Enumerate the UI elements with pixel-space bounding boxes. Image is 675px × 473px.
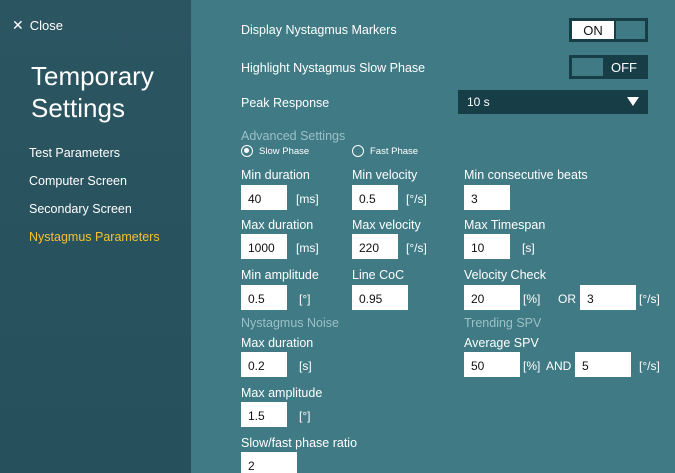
velocity-check-dps-unit: [°/s]: [639, 292, 660, 306]
velocity-check-or-label: OR: [558, 292, 576, 306]
min-velocity-input[interactable]: 0.5: [352, 185, 398, 210]
chevron-down-icon: [627, 97, 639, 106]
trending-spv-heading: Trending SPV: [464, 316, 542, 330]
min-amplitude-label: Min amplitude: [241, 268, 319, 282]
page-title: Temporary Settings: [31, 60, 154, 124]
noise-max-amplitude-input[interactable]: 1.5: [241, 402, 287, 427]
close-label: Close: [29, 18, 63, 33]
close-button[interactable]: ✕ Close: [12, 17, 63, 34]
max-velocity-unit: [°/s]: [406, 241, 427, 255]
max-timespan-label: Max Timespan: [464, 218, 546, 232]
noise-max-duration-input[interactable]: 0.2: [241, 352, 287, 377]
min-duration-unit: [ms]: [296, 192, 319, 206]
radio-fast-phase[interactable]: Fast Phase: [352, 145, 418, 157]
noise-max-duration-label: Max duration: [241, 336, 314, 350]
velocity-check-percent-unit: [%]: [523, 292, 541, 306]
toggle-track: [616, 21, 645, 39]
noise-max-amplitude-label: Max amplitude: [241, 386, 323, 400]
average-spv-label: Average SPV: [464, 336, 539, 350]
nav-item-nystagmus-parameters[interactable]: Nystagmus Parameters: [29, 230, 160, 244]
velocity-check-label: Velocity Check: [464, 268, 546, 282]
min-velocity-label: Min velocity: [352, 168, 418, 182]
min-amplitude-unit: [°]: [299, 292, 311, 306]
min-amplitude-input[interactable]: 0.5: [241, 285, 287, 310]
max-duration-unit: [ms]: [296, 241, 319, 255]
slow-fast-ratio-input[interactable]: 2: [241, 452, 297, 473]
toggle-off-label: OFF: [611, 59, 637, 75]
close-icon: ✕: [12, 17, 24, 33]
average-spv-percent-input[interactable]: 50: [464, 352, 520, 377]
min-duration-input[interactable]: 40: [241, 185, 287, 210]
velocity-check-dps-input[interactable]: 3: [580, 285, 636, 310]
settings-panel: Display Nystagmus Markers ON Highlight N…: [191, 0, 675, 473]
peak-response-value: 10 s: [467, 95, 490, 109]
page-title-line1: Temporary: [31, 61, 154, 91]
display-markers-toggle[interactable]: ON: [569, 18, 648, 42]
nav-item-computer-screen[interactable]: Computer Screen: [29, 174, 127, 188]
min-consecutive-beats-input[interactable]: 3: [464, 185, 510, 210]
average-spv-dps-input[interactable]: 5: [575, 352, 631, 377]
max-timespan-unit: [s]: [522, 241, 535, 255]
radio-fast-phase-label: Fast Phase: [370, 145, 419, 157]
min-consecutive-beats-label: Min consecutive beats: [464, 168, 588, 182]
sidebar: ✕ Close Temporary Settings Test Paramete…: [0, 0, 191, 473]
noise-max-duration-unit: [s]: [299, 359, 312, 373]
nystagmus-noise-heading: Nystagmus Noise: [241, 316, 339, 330]
max-velocity-input[interactable]: 220: [352, 234, 398, 259]
nav-item-secondary-screen[interactable]: Secondary Screen: [29, 202, 132, 216]
velocity-check-percent-input[interactable]: 20: [464, 285, 520, 310]
peak-response-label: Peak Response: [241, 96, 330, 110]
radio-selected-icon: [241, 145, 253, 157]
radio-unselected-icon: [352, 145, 364, 157]
advanced-settings-heading: Advanced Settings: [241, 129, 346, 143]
max-timespan-input[interactable]: 10: [464, 234, 510, 259]
display-markers-label: Display Nystagmus Markers: [241, 23, 397, 37]
slow-fast-ratio-label: Slow/fast phase ratio: [241, 436, 358, 450]
page-title-line2: Settings: [31, 93, 125, 123]
highlight-slow-phase-label: Highlight Nystagmus Slow Phase: [241, 61, 426, 75]
line-coc-input[interactable]: 0.95: [352, 285, 408, 310]
average-spv-percent-unit: [%]: [523, 359, 541, 373]
toggle-track: [572, 58, 603, 76]
max-duration-label: Max duration: [241, 218, 314, 232]
min-velocity-unit: [°/s]: [406, 192, 427, 206]
radio-slow-phase-label: Slow Phase: [259, 145, 310, 157]
highlight-slow-phase-toggle[interactable]: OFF: [569, 55, 648, 79]
noise-max-amplitude-unit: [°]: [299, 409, 311, 423]
min-duration-label: Min duration: [241, 168, 310, 182]
peak-response-select[interactable]: 10 s: [458, 90, 648, 114]
toggle-on-knob: ON: [572, 21, 614, 39]
radio-slow-phase[interactable]: Slow Phase: [241, 145, 309, 157]
max-duration-input[interactable]: 1000: [241, 234, 287, 259]
nav-item-test-parameters[interactable]: Test Parameters: [29, 146, 120, 160]
average-spv-dps-unit: [°/s]: [639, 359, 660, 373]
max-velocity-label: Max velocity: [352, 218, 421, 232]
line-coc-label: Line CoC: [352, 268, 405, 282]
average-spv-and-label: AND: [546, 359, 572, 373]
